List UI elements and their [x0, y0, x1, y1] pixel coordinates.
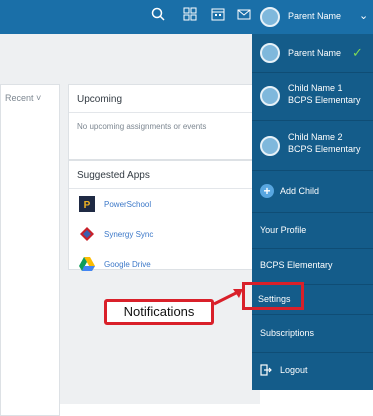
- child-school: BCPS Elementary: [288, 95, 361, 105]
- app-item[interactable]: Google Drive: [69, 249, 254, 279]
- add-child-item[interactable]: + Add Child: [252, 170, 373, 213]
- parent-account-item[interactable]: Parent Name ✓: [252, 34, 373, 73]
- chevron-down-icon: ⌄: [359, 10, 369, 22]
- svg-text:P: P: [84, 200, 91, 211]
- notifications-callout: Notifications: [104, 299, 214, 325]
- main-content: Recent ˅ Upcoming No upcoming assignment…: [0, 34, 260, 416]
- child-avatar: [260, 86, 280, 106]
- recent-dropdown[interactable]: Recent ˅: [5, 93, 41, 103]
- parent-avatar: [260, 7, 280, 27]
- recent-card: Recent ˅: [0, 84, 60, 416]
- your-profile-item[interactable]: Your Profile: [252, 212, 373, 249]
- logout-item[interactable]: Logout: [252, 352, 373, 390]
- your-profile-label: Your Profile: [260, 225, 307, 235]
- upcoming-card: Upcoming No upcoming assignments or even…: [68, 84, 255, 160]
- check-icon: ✓: [352, 45, 363, 60]
- child-name: Child Name 1: [288, 83, 343, 93]
- app-item[interactable]: Synergy Sync: [69, 219, 254, 249]
- app-name: PowerSchool: [104, 199, 152, 209]
- school-label: BCPS Elementary: [260, 260, 333, 270]
- school-item[interactable]: BCPS Elementary: [252, 248, 373, 285]
- child-name: Child Name 2: [288, 132, 343, 142]
- calendar-icon[interactable]: [208, 7, 228, 27]
- mail-icon[interactable]: [234, 7, 254, 27]
- callout-label: Notifications: [123, 304, 195, 319]
- add-child-label: Add Child: [280, 186, 320, 196]
- apps-grid-icon[interactable]: [180, 7, 200, 27]
- suggested-apps-title: Suggested Apps: [69, 161, 254, 189]
- powerschool-icon: P: [79, 196, 95, 212]
- header-parent-name: Parent Name: [288, 11, 342, 21]
- parent-avatar: [260, 43, 280, 63]
- settings-highlight-box: [242, 282, 304, 310]
- synergy-sync-icon: [80, 227, 94, 241]
- account-menu-toggle[interactable]: Parent Name ⌄: [252, 0, 373, 34]
- logout-icon: [260, 364, 272, 378]
- child-account-item[interactable]: Child Name 2 BCPS Elementary: [252, 120, 373, 171]
- plus-icon: +: [260, 184, 274, 198]
- app-name: Google Drive: [104, 259, 151, 269]
- google-drive-icon: [79, 257, 95, 271]
- upcoming-title: Upcoming: [69, 85, 254, 113]
- subscriptions-item[interactable]: Subscriptions: [252, 314, 373, 353]
- logout-label: Logout: [280, 365, 308, 375]
- parent-name-label: Parent Name: [288, 48, 342, 58]
- child-account-item[interactable]: Child Name 1 BCPS Elementary: [252, 72, 373, 121]
- app-name: Synergy Sync: [104, 229, 154, 239]
- account-dropdown-panel: Parent Name ⌄ Parent Name ✓ Child Name 1…: [252, 0, 373, 390]
- child-school: BCPS Elementary: [288, 144, 361, 154]
- suggested-apps-card: Suggested Apps P PowerSchool Synergy Syn…: [68, 160, 255, 271]
- upcoming-empty-text: No upcoming assignments or events: [77, 122, 207, 131]
- search-icon[interactable]: [148, 7, 168, 27]
- child-avatar: [260, 136, 280, 156]
- app-item[interactable]: P PowerSchool: [69, 189, 254, 219]
- subscriptions-label: Subscriptions: [260, 328, 315, 338]
- arrow-icon: [213, 289, 243, 306]
